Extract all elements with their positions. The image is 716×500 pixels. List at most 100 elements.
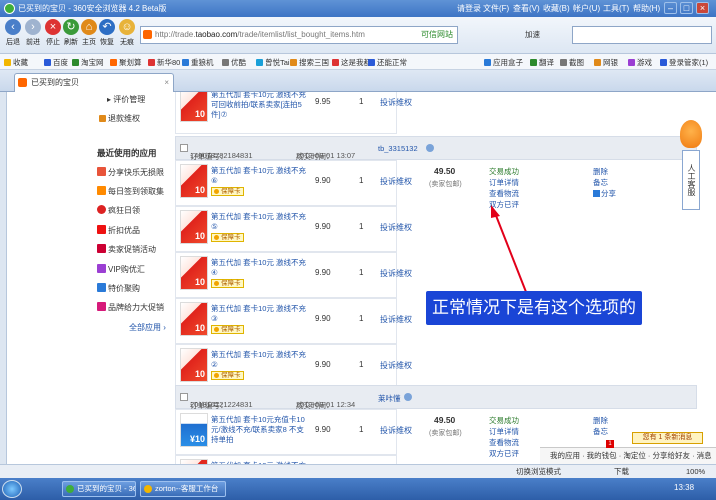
sidebar-app-item[interactable]: 每日签到领取集 [97, 186, 164, 197]
close-tab-icon[interactable]: × [164, 74, 169, 91]
product-title-link[interactable]: 第五代加 套卡10元 激线不充 ④ [211, 258, 311, 278]
complain-link[interactable]: 投诉维权 [380, 314, 412, 325]
both-reviewed-link[interactable]: 双方已评 [489, 449, 519, 458]
product-thumbnail[interactable]: 10 [180, 256, 208, 290]
view-logistics-link[interactable]: 查看物流 [489, 189, 519, 198]
product-thumbnail[interactable]: 10 [180, 210, 208, 244]
product-thumbnail[interactable]: 10 [180, 302, 208, 336]
memo-link[interactable]: 备忘 [593, 426, 608, 437]
tab-bought-items[interactable]: 已买到的宝贝 × [14, 73, 174, 92]
minimize-button[interactable]: – [664, 2, 677, 14]
bookmark-item[interactable]: 新华80 [148, 57, 180, 68]
bookmark-item[interactable]: 重狼机 [182, 57, 214, 68]
delete-order-link[interactable]: 删除 [593, 415, 608, 426]
guarantee-badge[interactable]: 保障卡 [211, 233, 244, 242]
product-title-link[interactable]: 第五代加 套卡10元 激线不充 ⑤ [211, 212, 311, 232]
menu-view[interactable]: 查看(V) [513, 3, 540, 14]
complain-link[interactable]: 投诉维权 [380, 425, 412, 436]
order-detail-link[interactable]: 订单详情 [489, 427, 519, 436]
menu-favorites[interactable]: 收藏(B) [543, 3, 570, 14]
complain-link[interactable]: 投诉维权 [380, 176, 412, 187]
bookmark-item[interactable]: 还能正常 [368, 57, 407, 68]
speed-up-button[interactable]: 加速 [525, 29, 540, 40]
customer-service-widget[interactable]: 人工客服 [680, 120, 702, 210]
bookmark-item[interactable]: 淘宝网 [72, 57, 104, 68]
product-thumbnail[interactable]: 10 [180, 164, 208, 198]
guarantee-badge[interactable]: 保障卡 [211, 279, 244, 288]
menu-help[interactable]: 帮助(H) [633, 3, 660, 14]
product-thumbnail[interactable]: 10 [180, 92, 208, 122]
complain-link[interactable]: 投诉维权 [380, 97, 412, 108]
memo-link[interactable]: 备忘 [593, 177, 616, 188]
side-panel-strip[interactable] [0, 92, 7, 464]
sidebar-app-item[interactable]: 分享快乐无损限 [97, 167, 164, 178]
ebank-button[interactable]: 网银 [594, 57, 618, 68]
sidebar-app-item[interactable]: 品牌给力大促销 [97, 302, 164, 313]
product-title-link[interactable]: 第五代加 套卡10元 激线不充 ⑥ [211, 166, 311, 186]
product-title-link[interactable]: 第五代加 套卡10元 激线不充 可回收前拍/联系卖家[连拍5件]⑦ [211, 92, 311, 120]
complain-link[interactable]: 投诉维权 [380, 360, 412, 371]
complain-link[interactable]: 投诉维权 [380, 268, 412, 279]
start-button[interactable] [2, 480, 22, 498]
taskbar-workbench-button[interactable]: zorton--客服工作台 [140, 481, 226, 497]
incognito-button[interactable]: ☺ 无痕 [116, 19, 138, 47]
screenshot-button[interactable]: 截图 [560, 57, 584, 68]
address-bar[interactable]: http://trade.taobao.com/trade/itemlist/l… [140, 26, 458, 44]
bookmark-item[interactable]: 这是我都 [332, 57, 371, 68]
message-toolbar[interactable]: 1 我的应用 · 我的钱包 · 淘定位 · 分享给好友 · 消息 [540, 440, 716, 464]
favorites-button[interactable]: 收藏 [4, 57, 28, 68]
translate-button[interactable]: 翻译 [530, 57, 554, 68]
maximize-button[interactable]: □ [680, 2, 693, 14]
delete-order-link[interactable]: 删除 [593, 166, 616, 177]
all-apps-link[interactable]: 全部应用 › [129, 322, 166, 333]
view-logistics-link[interactable]: 查看物流 [489, 438, 519, 447]
product-title-link[interactable]: 第五代加 套卡10元 激线不充 ② [211, 350, 311, 370]
wangwang-chat-icon[interactable] [404, 393, 412, 401]
seller-link[interactable]: 莱咔懂 [378, 393, 401, 404]
app-box-button[interactable]: 应用盒子 [484, 57, 523, 68]
sidebar-app-item[interactable]: 折扣优品 [97, 225, 140, 236]
bookmark-item[interactable]: 优酷 [222, 57, 246, 68]
games-button[interactable]: 游戏 [628, 57, 652, 68]
sidebar-app-item[interactable]: 疯狂日领 [97, 205, 140, 216]
switch-mode-button[interactable]: 切换浏览模式 [516, 465, 561, 478]
sidebar-review-manage[interactable]: ▸ 评价管理 [107, 94, 145, 105]
close-window-button[interactable]: × [696, 2, 709, 14]
menu-account[interactable]: 帐户(U) [573, 3, 600, 14]
bookmark-item[interactable]: 搜索三国 [290, 57, 329, 68]
new-message-popup[interactable]: 您有 1 条新消息 [632, 432, 703, 444]
sidebar-app-item[interactable]: 特价聚购 [97, 283, 140, 294]
both-reviewed-link[interactable]: 双方已评 [489, 200, 519, 209]
product-thumbnail[interactable]: ¥10 [180, 413, 208, 447]
login-link[interactable]: 请登录 [457, 3, 481, 14]
product-thumbnail[interactable]: 10 [180, 348, 208, 382]
back-button[interactable]: ‹ 后退 [2, 19, 24, 47]
guarantee-badge[interactable]: 保障卡 [211, 371, 244, 380]
guarantee-badge[interactable]: 保障卡 [211, 325, 244, 334]
seller-link[interactable]: tb_3315132 [378, 144, 418, 153]
wangwang-chat-icon[interactable] [426, 144, 434, 152]
trusted-site-badge[interactable]: 可信网站 [421, 27, 453, 43]
order-checkbox[interactable] [180, 144, 188, 152]
bookmark-item[interactable]: 曾悦Tai [256, 57, 290, 68]
guarantee-badge[interactable]: 保障卡 [211, 187, 244, 196]
zoom-level[interactable]: 100% [686, 465, 705, 478]
order-checkbox[interactable] [180, 393, 188, 401]
sidebar-refund[interactable]: 退款维权 [99, 113, 140, 124]
menu-file[interactable]: 文件(F) [483, 3, 509, 14]
forward-button[interactable]: › 前进 [22, 19, 44, 47]
complain-link[interactable]: 投诉维权 [380, 222, 412, 233]
download-button[interactable]: 下载 [614, 465, 629, 478]
share-link[interactable]: 分享 [593, 188, 616, 199]
search-input[interactable] [572, 26, 712, 44]
product-title-link[interactable]: 第五代加 套卡10元充值卡10元/激线不充/联系卖家8 不支持单拍 [211, 415, 311, 445]
sidebar-app-item[interactable]: 卖家促销活动 [97, 244, 156, 255]
taskbar-browser-button[interactable]: 已买到的宝贝 - 360... [62, 481, 136, 497]
restore-button[interactable]: ↶ 恢复 [96, 19, 118, 47]
login-manager-button[interactable]: 登录管家(1) [660, 57, 708, 68]
sidebar-app-item[interactable]: VIP购优汇 [97, 264, 145, 275]
bookmark-baidu[interactable]: 百度 [44, 57, 68, 68]
product-title-link[interactable]: 第五代加 套卡10元 激线不充 ③ [211, 304, 311, 324]
menu-tools[interactable]: 工具(T) [603, 3, 629, 14]
bookmark-taobao[interactable]: 聚划算 [110, 57, 142, 68]
